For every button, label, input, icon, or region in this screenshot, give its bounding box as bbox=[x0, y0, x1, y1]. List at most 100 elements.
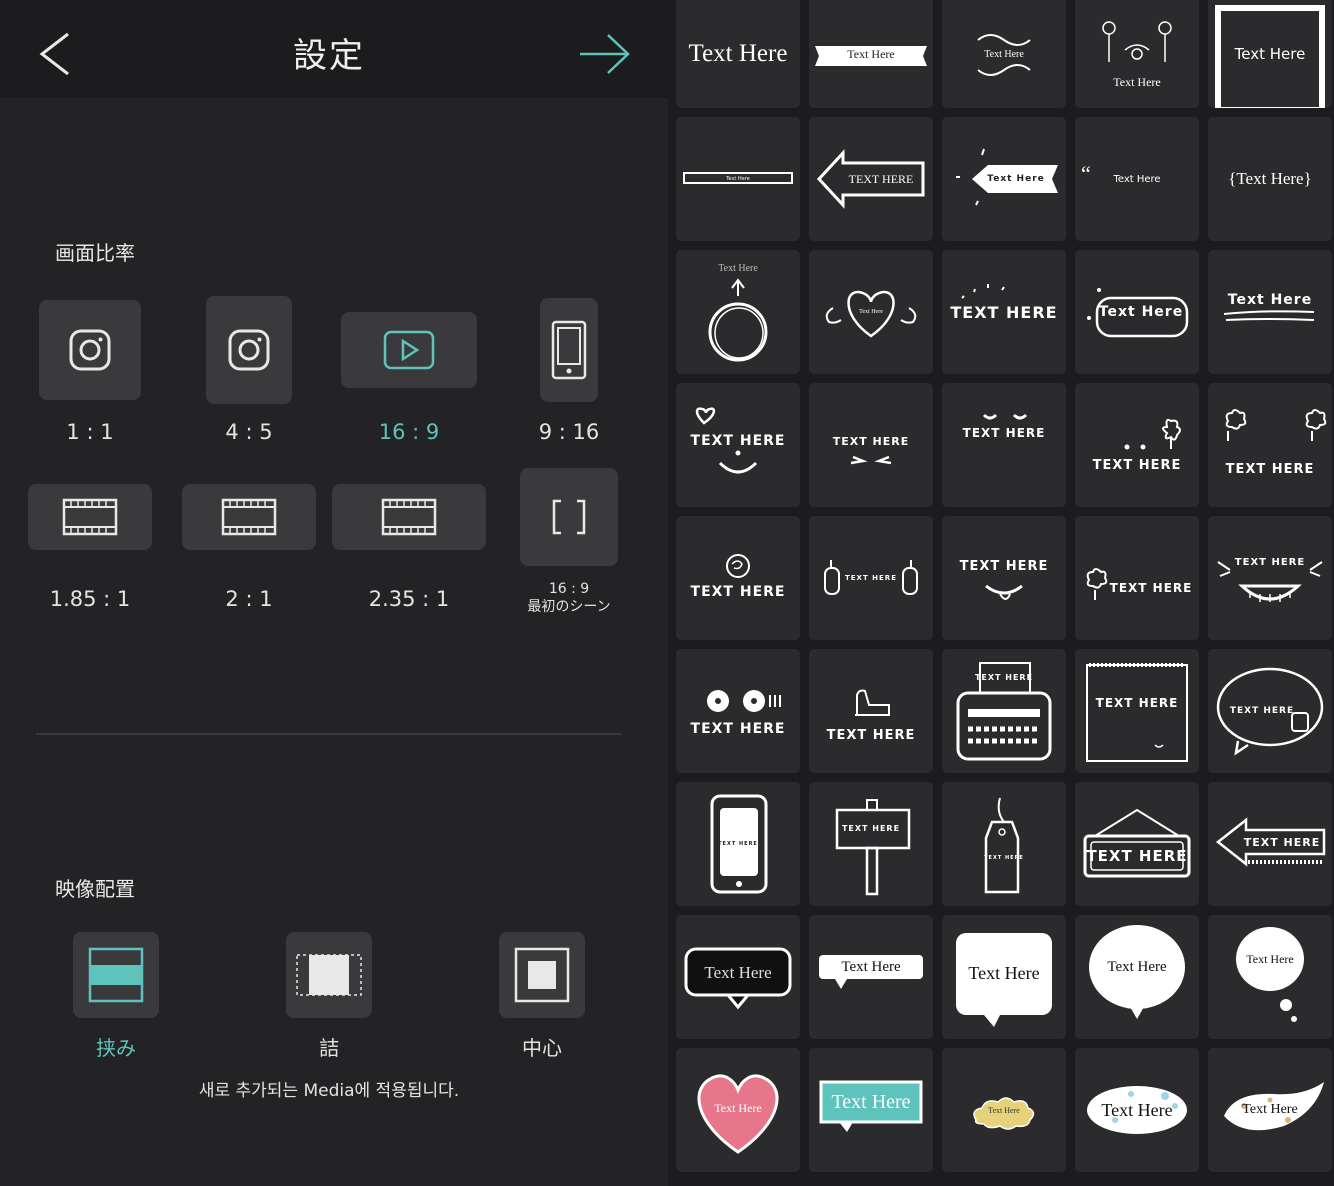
template-text: TEXT HERE bbox=[1229, 706, 1295, 716]
template-tile[interactable]: Text Here bbox=[1208, 250, 1332, 374]
template-tile[interactable]: TEXT HERE bbox=[809, 383, 933, 507]
aspect-16-9-button[interactable] bbox=[341, 312, 477, 388]
template-tile[interactable]: TEXT HERE bbox=[1208, 516, 1332, 640]
aspect-1-85-1-label: 1.85 : 1 bbox=[49, 587, 131, 611]
template-tile[interactable]: TEXT HERE bbox=[676, 383, 800, 507]
template-tile[interactable]: TEXT HERE bbox=[1208, 383, 1332, 507]
typewriter-icon bbox=[956, 662, 1052, 761]
placement-letterbox-button[interactable] bbox=[73, 932, 159, 1018]
template-text: TEXT HERE bbox=[832, 434, 910, 448]
signpost-icon bbox=[835, 799, 911, 896]
template-tile[interactable]: Text Here bbox=[1075, 0, 1199, 108]
template-tile[interactable]: Text Here bbox=[1208, 1048, 1332, 1172]
tongue-face-icon bbox=[985, 584, 1023, 600]
template-tile[interactable]: Text Here bbox=[676, 1048, 800, 1172]
template-tile[interactable]: TEXT HERE bbox=[942, 383, 1066, 507]
flower-dots-icon bbox=[1124, 418, 1181, 450]
header-bar: 設定 bbox=[0, 0, 668, 98]
center-icon bbox=[514, 947, 570, 1003]
template-tile[interactable]: Text Here bbox=[1208, 915, 1332, 1039]
template-tile[interactable]: TEXT HERE bbox=[809, 649, 933, 773]
template-tile[interactable]: “ Text Here bbox=[1075, 117, 1199, 241]
template-tile[interactable]: Text Here bbox=[942, 0, 1066, 108]
template-tile[interactable]: TEXT HERE bbox=[1208, 649, 1332, 773]
template-text: Text Here bbox=[841, 958, 901, 975]
template-tile[interactable]: Text Here bbox=[809, 0, 933, 108]
template-tile[interactable]: TEXT HERE bbox=[809, 117, 933, 241]
aspect-section-title: 画面比率 bbox=[55, 241, 135, 265]
template-text: TEXT HERE bbox=[1234, 556, 1306, 568]
template-tile[interactable]: TEXT HERE bbox=[1075, 649, 1199, 773]
aspect-2-1-button[interactable] bbox=[182, 484, 316, 550]
placement-note: 새로 추가되는 Media에 적용됩니다. bbox=[198, 1081, 460, 1101]
template-tile[interactable]: TEXT HERE bbox=[809, 516, 933, 640]
template-text: TEXT HERE bbox=[718, 841, 758, 847]
aspect-2-35-1-button[interactable] bbox=[332, 484, 486, 550]
aspect-first-scene-ratio: 16 : 9 bbox=[548, 581, 590, 597]
template-text: Text Here bbox=[704, 963, 772, 982]
aspect-1-85-1-button[interactable] bbox=[28, 484, 152, 550]
next-arrow-icon[interactable] bbox=[578, 32, 632, 76]
template-tile[interactable]: Text Here bbox=[676, 0, 800, 108]
aspect-9-16-label: 9 : 16 bbox=[538, 420, 600, 444]
template-tile[interactable]: {Text Here} bbox=[1208, 117, 1332, 241]
letterbox-icon bbox=[88, 947, 144, 1003]
template-text: TEXT HERE bbox=[1225, 461, 1315, 477]
hanging-tag-icon bbox=[984, 797, 1020, 894]
template-text: TEXT HERE bbox=[1092, 457, 1182, 473]
placement-fill-button[interactable] bbox=[286, 932, 372, 1018]
template-tile[interactable]: Text Here bbox=[1075, 250, 1199, 374]
template-text: Text Here bbox=[1234, 45, 1306, 63]
template-tile[interactable]: TEXT HERE bbox=[809, 782, 933, 906]
instagram-icon bbox=[69, 329, 111, 371]
template-tile[interactable]: TEXT HERE bbox=[1075, 516, 1199, 640]
template-tile[interactable]: Text Here bbox=[1075, 915, 1199, 1039]
template-tile[interactable]: Text Here bbox=[809, 915, 933, 1039]
template-tile[interactable]: Text Here bbox=[942, 915, 1066, 1039]
brackets-icon bbox=[552, 499, 586, 535]
template-tile[interactable]: TEXT HERE bbox=[676, 516, 800, 640]
placement-center-button[interactable] bbox=[499, 932, 585, 1018]
template-tile[interactable]: Text Here bbox=[942, 117, 1066, 241]
template-text: TEXT HERE bbox=[690, 584, 786, 600]
template-tile[interactable]: TEXT HERE bbox=[1075, 782, 1199, 906]
template-text: Text Here bbox=[1101, 1099, 1173, 1120]
template-text: Text Here bbox=[1113, 173, 1161, 185]
template-tile[interactable]: TEXT HERE bbox=[942, 782, 1066, 906]
template-tile[interactable]: TEXT HERE bbox=[942, 516, 1066, 640]
template-text: Text Here bbox=[831, 1090, 911, 1113]
flower-side-icon bbox=[1086, 568, 1108, 600]
pixel-thought-icon bbox=[1236, 927, 1304, 1022]
template-tile[interactable]: TEXT HERE bbox=[1075, 383, 1199, 507]
aspect-first-scene-button[interactable] bbox=[520, 468, 618, 566]
template-text: Text Here bbox=[847, 46, 895, 61]
placement-fill-label: 詰 bbox=[319, 1036, 339, 1060]
aspect-1-1-button[interactable] bbox=[39, 300, 141, 400]
notepad-icon bbox=[1086, 663, 1188, 762]
template-tile[interactable]: TEXT HERE bbox=[942, 649, 1066, 773]
placement-letterbox-label: 挟み bbox=[96, 1036, 136, 1060]
template-tile[interactable]: Text Here bbox=[676, 915, 800, 1039]
screen: 設定 画面比率 1 : 1 4 : 5 16 : 9 9 : 16 1.85 :… bbox=[0, 0, 1334, 1186]
template-tile[interactable]: Text Here bbox=[942, 1048, 1066, 1172]
template-tile[interactable]: Text Here bbox=[1208, 0, 1332, 108]
template-tile[interactable]: TEXT HERE bbox=[676, 649, 800, 773]
aspect-4-5-button[interactable] bbox=[206, 296, 292, 404]
template-text: Text Here bbox=[1246, 951, 1294, 966]
template-tile[interactable]: Text Here bbox=[809, 250, 933, 374]
template-tile[interactable]: Text Here bbox=[676, 250, 800, 374]
template-text: TEXT HERE bbox=[690, 433, 786, 449]
template-tile[interactable]: TEXT HERE bbox=[942, 250, 1066, 374]
template-tile[interactable]: TEXT HERE bbox=[1208, 782, 1332, 906]
template-tile[interactable]: TEXT HERE bbox=[676, 782, 800, 906]
template-text: TEXT HERE bbox=[959, 558, 1049, 574]
instagram-icon bbox=[228, 329, 270, 371]
template-text: Text Here bbox=[1113, 74, 1161, 89]
aspect-9-16-button[interactable] bbox=[540, 298, 598, 402]
template-tile[interactable]: Text Here bbox=[676, 117, 800, 241]
hanging-board-icon bbox=[1083, 808, 1191, 878]
template-tile[interactable]: Text Here bbox=[809, 1048, 933, 1172]
template-tile[interactable]: Text Here bbox=[1075, 1048, 1199, 1172]
template-text: TEXT HERE bbox=[1109, 581, 1193, 595]
template-text: TEXT HERE bbox=[962, 426, 1046, 440]
